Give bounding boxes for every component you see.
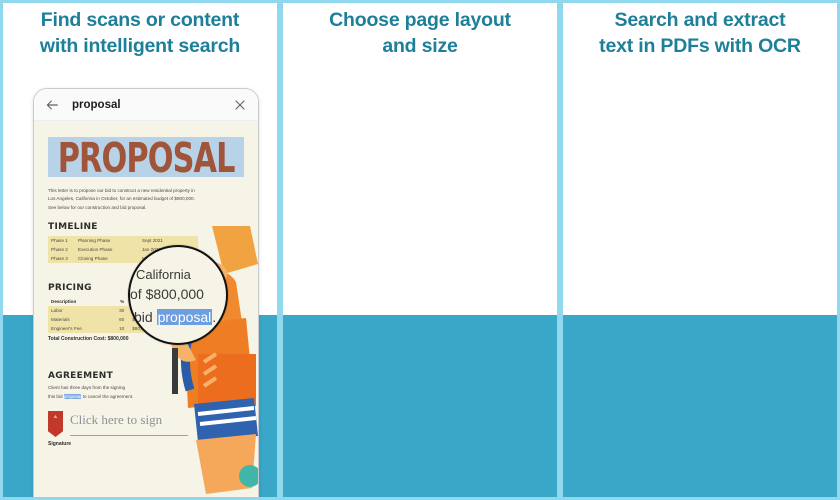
cell-percent: 10 (119, 326, 125, 331)
panel-headline: Find scans or content with intelligent s… (3, 0, 277, 59)
panel-top-border (3, 0, 277, 3)
panel-headline: Search and extract text in PDFs with OCR (563, 0, 837, 59)
feature-screenshot-strip: Find scans or content with intelligent s… (0, 0, 840, 500)
cell-name: Execution Phase (78, 247, 113, 252)
cell-name: Closing Phase (78, 256, 108, 261)
teal-background (563, 315, 837, 500)
cell-phase: Phase 3 (51, 256, 68, 261)
panel-top-border (283, 0, 557, 3)
agreement-line-a: Client has three days from the signing (48, 385, 126, 390)
magnifier-post: . (212, 309, 217, 325)
cell-description: Labor (51, 308, 63, 313)
headline-line-1: Choose page layout (329, 9, 511, 31)
agreement-heading: AGREEMENT (48, 371, 114, 381)
cell-percent: 30 (119, 308, 125, 313)
signature-label: Signature (48, 441, 72, 447)
magnifier-line-1: California (136, 267, 191, 282)
headline-line-2: text in PDFs with OCR (599, 34, 801, 57)
cell-phase: Phase 1 (51, 238, 68, 243)
cell-phase: Phase 2 (51, 247, 68, 252)
adobe-sign-badge-icon: A (48, 411, 63, 437)
cell-description: Materials (51, 317, 70, 322)
panel-search: Find scans or content with intelligent s… (0, 0, 280, 500)
magnifier-match-highlight: proposal (156, 309, 213, 325)
app-bar-title: proposal (72, 98, 121, 111)
panel-top-border (563, 0, 837, 3)
agreement-highlight: proposal (63, 393, 82, 399)
headline-line-2: and size (382, 34, 458, 57)
headline-line-2: with intelligent search (39, 34, 241, 57)
headline-line-1: Find scans or content (40, 9, 240, 31)
panel-ocr: Search and extract text in PDFs with OCR… (560, 0, 840, 500)
agreement-line-b: this bid (48, 393, 64, 399)
magnifier-line-2: of $800,000 (130, 286, 204, 302)
cell-description: Engineer's Fee (51, 326, 82, 331)
document-hero-title: PROPOSAL (48, 133, 244, 181)
magnifier-line-3: bid proposal. (134, 309, 216, 325)
panel-headline: Choose page layout and size (283, 0, 557, 59)
close-icon[interactable] (232, 97, 248, 113)
headline-line-1: Search and extract (614, 9, 786, 31)
app-bar: proposal (34, 89, 258, 121)
hero-title-text: PROPOSAL (57, 132, 236, 182)
document-preview[interactable]: PROPOSAL This letter is to propose our b… (34, 121, 258, 500)
phone-mockup-search: proposal PROPOSAL This letter is to prop… (33, 88, 259, 500)
arrow-left-icon[interactable] (44, 97, 60, 113)
cell-name: Planning Phase (78, 238, 111, 243)
agreement-line-c: to cancel the agreement. (81, 393, 134, 399)
cell-percent: 60 (119, 317, 125, 322)
teal-background (283, 315, 557, 500)
panel-resize: Choose page layout and size Resize pages (280, 0, 560, 500)
search-magnifier: California of $800,000 bid proposal. (128, 245, 228, 345)
col-description: Description (51, 299, 77, 304)
total-construction-cost: Total Construction Cost: $800,000 (48, 336, 129, 342)
timeline-heading: TIMELINE (48, 222, 98, 232)
pricing-heading: PRICING (48, 283, 92, 293)
col-percent: % (120, 299, 125, 304)
sign-cta-label: Click here to sign (70, 412, 163, 427)
magnifier-pre: bid (134, 309, 157, 325)
document-intro-text: This letter is to propose our bid to con… (48, 188, 195, 210)
